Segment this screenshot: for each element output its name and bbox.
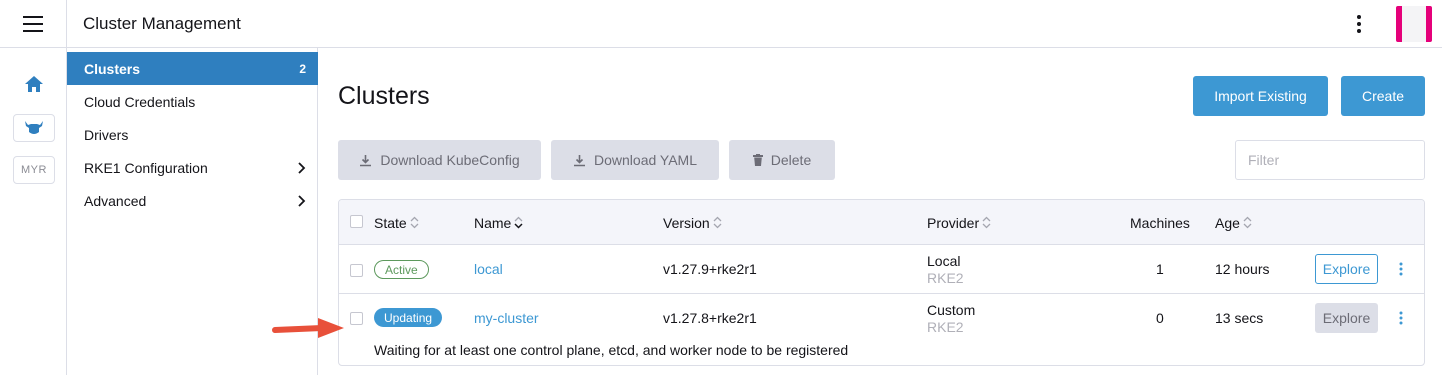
status-badge: Updating — [374, 308, 443, 327]
explore-button-disabled[interactable]: Explore — [1315, 303, 1378, 333]
avatar-bar-left — [1396, 6, 1402, 42]
cluster-name-link[interactable]: my-cluster — [474, 310, 539, 326]
home-icon — [25, 76, 43, 92]
column-header-label: State — [374, 214, 407, 231]
column-header-age[interactable]: Age — [1215, 200, 1252, 245]
row-actions-button[interactable] — [1394, 259, 1408, 279]
cluster-age: 13 secs — [1215, 310, 1264, 326]
app-title: Cluster Management — [83, 14, 241, 33]
user-avatar[interactable] — [1396, 6, 1432, 42]
table-row: Active local v1.27.9+rke2r1 Local RKE2 1… — [339, 245, 1424, 294]
column-header-machines[interactable]: Machines — [1130, 200, 1190, 245]
sidenav-item-advanced[interactable]: Advanced — [67, 184, 318, 217]
download-icon — [360, 154, 372, 166]
sort-icon — [982, 216, 991, 229]
column-header-version[interactable]: Version — [663, 200, 722, 245]
create-button[interactable]: Create — [1341, 76, 1425, 116]
table-row: Updating my-cluster v1.27.8+rke2r1 Custo… — [339, 294, 1424, 365]
cluster-provider: Custom — [927, 302, 976, 318]
delete-label: Delete — [770, 152, 812, 168]
top-header: Cluster Management — [0, 0, 1442, 48]
column-header-name[interactable]: Name — [474, 200, 523, 245]
cluster-status-message: Waiting for at least one control plane, … — [374, 342, 849, 358]
trash-icon — [752, 154, 763, 166]
chevron-right-icon — [298, 161, 306, 174]
column-header-label: Version — [663, 214, 710, 231]
cluster-version: v1.27.9+rke2r1 — [663, 261, 757, 277]
hamburger-icon — [23, 16, 43, 32]
sort-icon — [713, 216, 722, 229]
sidenav-item-clusters[interactable]: Clusters 2 — [67, 52, 318, 85]
chevron-right-icon — [298, 194, 306, 207]
sidenav-item-label: RKE1 Configuration — [84, 159, 208, 176]
sidenav-item-label: Cloud Credentials — [84, 93, 196, 110]
download-yaml-label: Download YAML — [594, 152, 697, 168]
left-rail: MYR — [0, 48, 67, 375]
column-header-label: Machines — [1130, 214, 1190, 231]
cluster-steer-icon — [25, 121, 43, 134]
column-header-label: Name — [474, 214, 512, 231]
download-icon — [574, 154, 585, 166]
sort-icon — [514, 216, 523, 229]
column-header-label: Age — [1215, 214, 1240, 231]
column-header-provider[interactable]: Provider — [927, 200, 991, 245]
clusters-count-badge: 2 — [299, 61, 306, 76]
rail-home-button[interactable] — [13, 70, 55, 98]
explore-button[interactable]: Explore — [1315, 254, 1378, 284]
avatar-bar-right — [1426, 6, 1432, 42]
row-checkbox[interactable] — [350, 312, 363, 325]
column-header-state[interactable]: State — [374, 200, 419, 245]
sidenav-item-label: Clusters — [84, 60, 141, 77]
page-title: Clusters — [338, 82, 430, 110]
status-badge: Active — [374, 260, 429, 279]
import-existing-button[interactable]: Import Existing — [1193, 76, 1328, 116]
header-more-button[interactable] — [1349, 12, 1369, 36]
annotation-arrow-icon — [272, 318, 344, 338]
kebab-icon — [1357, 15, 1361, 33]
select-all-checkbox[interactable] — [350, 215, 363, 228]
cluster-age: 12 hours — [1215, 261, 1270, 277]
cluster-provider: Local — [927, 253, 961, 269]
sidenav-item-rke1-configuration[interactable]: RKE1 Configuration — [67, 151, 318, 184]
clusters-table: State Name Version Provider Machines Age… — [338, 199, 1425, 366]
download-kubeconfig-label: Download KubeConfig — [380, 152, 520, 168]
cluster-provider-sub: RKE2 — [927, 319, 964, 335]
cluster-provider-sub: RKE2 — [927, 270, 964, 286]
sort-icon — [1243, 216, 1252, 229]
cluster-machines: 1 — [1156, 261, 1164, 277]
kebab-icon — [1399, 262, 1403, 276]
rail-cluster-button[interactable] — [13, 114, 55, 142]
cluster-machines: 0 — [1156, 310, 1164, 326]
row-actions-button[interactable] — [1394, 308, 1408, 328]
rail-myr-button[interactable]: MYR — [13, 156, 55, 184]
sort-icon — [410, 216, 419, 229]
cluster-version: v1.27.8+rke2r1 — [663, 310, 757, 326]
download-yaml-button[interactable]: Download YAML — [551, 140, 719, 180]
sidenav-item-label: Advanced — [84, 192, 147, 209]
kebab-icon — [1399, 311, 1403, 325]
table-header: State Name Version Provider Machines Age — [339, 200, 1424, 245]
menu-hamburger-button[interactable] — [0, 0, 67, 48]
row-checkbox[interactable] — [350, 264, 363, 277]
cluster-name-link[interactable]: local — [474, 261, 503, 277]
filter-input[interactable] — [1235, 140, 1425, 180]
sidenav-item-drivers[interactable]: Drivers — [67, 118, 318, 151]
sidenav-item-label: Drivers — [84, 126, 129, 143]
column-header-label: Provider — [927, 214, 980, 231]
download-kubeconfig-button[interactable]: Download KubeConfig — [338, 140, 541, 180]
delete-button[interactable]: Delete — [729, 140, 835, 180]
sidenav-item-cloud-credentials[interactable]: Cloud Credentials — [67, 85, 318, 118]
